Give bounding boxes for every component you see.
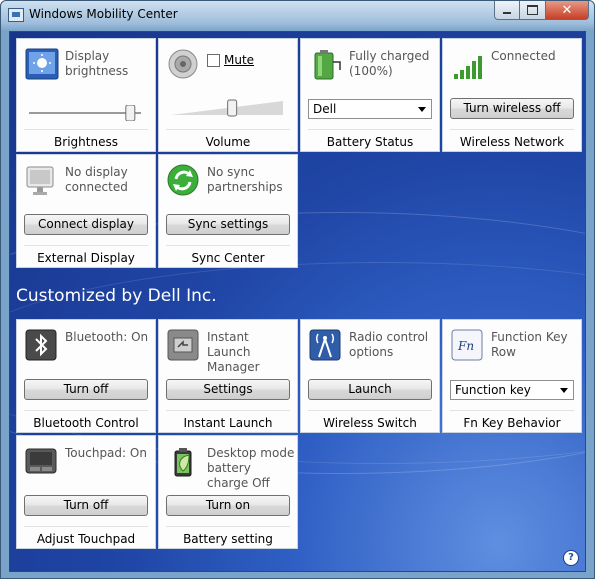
mobility-center-client: Display brightness Brightness Mute Volum… xyxy=(9,31,586,572)
separator xyxy=(24,129,148,130)
svg-text:Fn: Fn xyxy=(457,339,474,353)
instant-launch-icon xyxy=(167,329,199,361)
fn-key-icon: Fn xyxy=(451,329,483,361)
sync-icon xyxy=(167,164,199,196)
brightness-desc: Display brightness xyxy=(65,49,129,78)
app-icon xyxy=(8,8,24,22)
tile-sync-center: No sync partnerships Sync settings Sync … xyxy=(158,154,298,268)
tile-fn-key: Fn Function Key Row Function key Fn Key … xyxy=(442,319,582,433)
minimize-button[interactable] xyxy=(494,1,520,20)
separator xyxy=(450,129,574,130)
battery-leaf-icon xyxy=(167,445,199,477)
battery-setting-desc: Desktop mode battery charge Off xyxy=(207,446,295,490)
tile-label-battery-setting: Battery setting xyxy=(183,532,273,546)
mobility-center-window: Windows Mobility Center ✕ Display bright… xyxy=(0,0,595,579)
turn-wireless-off-button[interactable]: Turn wireless off xyxy=(450,98,574,119)
section-title: Customized by Dell Inc. xyxy=(16,286,217,306)
battery-turn-on-button[interactable]: Turn on xyxy=(166,495,290,516)
bluetooth-desc: Bluetooth: On xyxy=(65,330,149,344)
battery-icon xyxy=(309,48,341,80)
radio-launch-button[interactable]: Launch xyxy=(308,379,432,400)
external-display-desc: No display connected xyxy=(65,165,128,194)
mute-label: Mute xyxy=(224,53,255,67)
tile-battery-setting: Desktop mode battery charge Off Turn on … xyxy=(158,435,298,549)
fn-key-desc: Function Key Row xyxy=(491,330,568,359)
tile-bluetooth: Bluetooth: On Turn off Bluetooth Control xyxy=(16,319,156,433)
dropdown-arrow-icon xyxy=(418,107,426,112)
power-plan-select[interactable]: Dell xyxy=(308,99,432,119)
monitor-icon xyxy=(25,164,57,196)
minimize-icon xyxy=(503,11,511,14)
tile-volume: Mute Volume xyxy=(158,38,298,152)
close-button[interactable]: ✕ xyxy=(546,1,589,20)
tile-wireless-switch: Radio control options Launch Wireless Sw… xyxy=(300,319,440,433)
dropdown-arrow-icon xyxy=(560,388,568,393)
title-bar[interactable]: Windows Mobility Center ✕ xyxy=(1,1,594,31)
display-brightness-icon xyxy=(25,48,59,80)
tile-label-sync-center: Sync Center xyxy=(191,251,265,265)
separator xyxy=(308,129,432,130)
wireless-desc: Connected xyxy=(491,49,556,63)
tile-label-wireless-switch: Wireless Switch xyxy=(323,416,417,430)
separator xyxy=(166,526,290,527)
mute-control[interactable]: Mute xyxy=(207,53,254,67)
window-controls: ✕ xyxy=(494,1,589,20)
speaker-icon xyxy=(167,48,199,80)
volume-slider[interactable] xyxy=(169,97,287,117)
instant-launch-settings-button[interactable]: Settings xyxy=(166,379,290,400)
tile-label-battery: Battery Status xyxy=(326,135,414,149)
tile-battery: Fully charged (100%) Dell Battery Status xyxy=(300,38,440,152)
tile-label-external-display: External Display xyxy=(37,251,135,265)
tile-label-fn-key: Fn Key Behavior xyxy=(463,416,561,430)
mute-checkbox[interactable] xyxy=(207,53,220,67)
tile-instant-launch: Instant Launch Manager Settings Instant … xyxy=(158,319,298,433)
bluetooth-icon xyxy=(25,329,57,361)
touchpad-desc: Touchpad: On xyxy=(65,446,147,460)
tile-label-volume: Volume xyxy=(205,135,251,149)
close-icon: ✕ xyxy=(561,2,573,18)
tile-label-bluetooth: Bluetooth Control xyxy=(33,416,139,430)
radio-desc: Radio control options xyxy=(349,330,429,359)
separator xyxy=(166,245,290,246)
tile-brightness: Display brightness Brightness xyxy=(16,38,156,152)
connect-display-button[interactable]: Connect display xyxy=(24,214,148,235)
help-icon[interactable]: ? xyxy=(563,550,579,566)
separator xyxy=(166,129,290,130)
window-title: Windows Mobility Center xyxy=(29,7,178,21)
separator xyxy=(308,410,432,411)
power-plan-value: Dell xyxy=(313,102,337,116)
bluetooth-turn-off-button[interactable]: Turn off xyxy=(24,379,148,400)
tile-label-brightness: Brightness xyxy=(54,135,118,149)
separator xyxy=(24,245,148,246)
signal-strength-icon xyxy=(451,48,483,80)
tile-label-instant-launch: Instant Launch xyxy=(183,416,273,430)
touchpad-icon xyxy=(25,445,57,477)
radio-tower-icon xyxy=(309,329,341,361)
fn-key-value: Function key xyxy=(455,383,531,397)
separator xyxy=(24,526,148,527)
separator xyxy=(450,410,574,411)
tile-label-wireless: Wireless Network xyxy=(459,135,565,149)
brightness-slider[interactable] xyxy=(27,104,145,122)
battery-desc: Fully charged (100%) xyxy=(349,49,430,78)
maximize-button[interactable] xyxy=(520,1,546,20)
touchpad-turn-off-button[interactable]: Turn off xyxy=(24,495,148,516)
maximize-icon xyxy=(527,5,538,15)
fn-key-select[interactable]: Function key xyxy=(450,380,574,400)
tile-external-display: No display connected Connect display Ext… xyxy=(16,154,156,268)
separator xyxy=(24,410,148,411)
tile-touchpad: Touchpad: On Turn off Adjust Touchpad xyxy=(16,435,156,549)
sync-desc: No sync partnerships xyxy=(207,165,283,194)
sync-settings-button[interactable]: Sync settings xyxy=(166,214,290,235)
tile-wireless: Connected Turn wireless off Wireless Net… xyxy=(442,38,582,152)
instant-launch-desc: Instant Launch Manager xyxy=(207,330,260,374)
separator xyxy=(166,410,290,411)
tile-label-touchpad: Adjust Touchpad xyxy=(36,532,136,546)
